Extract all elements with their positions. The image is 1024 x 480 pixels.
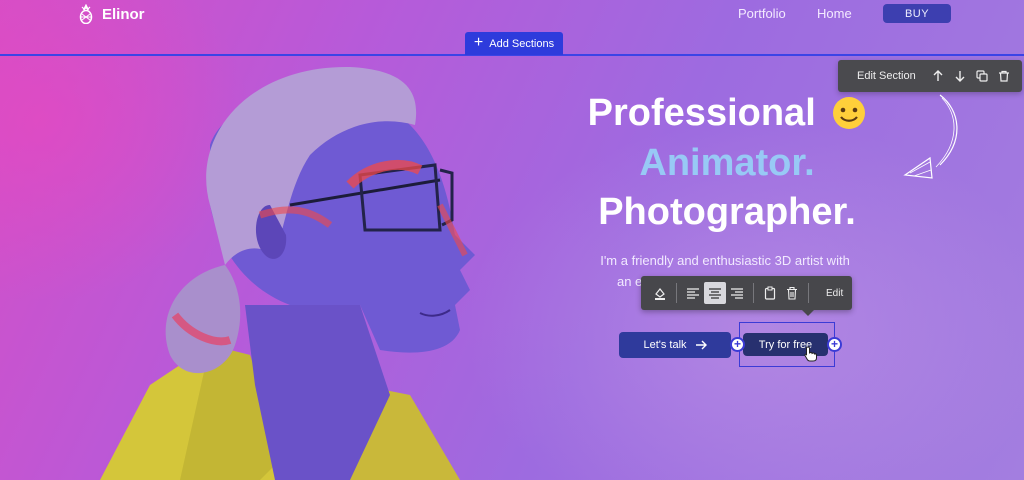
trash-icon[interactable]	[998, 70, 1010, 82]
hero-description-line-1: I'm a friendly and enthusiastic 3D artis…	[600, 253, 850, 268]
arrow-right-icon	[695, 340, 707, 350]
pineapple-logo-icon	[79, 4, 93, 24]
toolbar-divider	[753, 283, 754, 303]
smiley-emoji-icon	[833, 97, 866, 129]
lets-talk-button[interactable]: Let's talk	[619, 332, 731, 358]
toolbar-divider	[808, 283, 809, 303]
hero-title-line-3: Photographer.	[598, 191, 856, 233]
align-left-icon[interactable]	[682, 282, 704, 304]
hero-title-line-2: Animator.	[639, 142, 815, 184]
buy-button[interactable]: BUY	[883, 4, 951, 23]
nav-link-portfolio[interactable]: Portfolio	[738, 6, 786, 21]
trash-icon[interactable]	[781, 282, 803, 304]
editor-canvas: Elinor Portfolio Home BUY + Add Sections…	[0, 0, 1024, 480]
plus-icon: +	[473, 33, 484, 51]
edit-section-toolbar: Edit Section	[838, 60, 1022, 92]
nav-link-home[interactable]: Home	[817, 6, 852, 21]
add-element-left-handle[interactable]: +	[730, 337, 745, 352]
cursor-hand-icon	[804, 346, 817, 362]
portrait-photo	[100, 66, 475, 480]
arrow-down-icon[interactable]	[954, 70, 966, 82]
align-right-icon[interactable]	[726, 282, 748, 304]
brand-logo[interactable]: Elinor	[76, 4, 145, 24]
arrow-up-icon[interactable]	[932, 70, 944, 82]
add-element-right-handle[interactable]: +	[827, 337, 842, 352]
element-edit-button[interactable]: Edit	[826, 288, 843, 299]
brand-name: Elinor	[102, 5, 145, 23]
duplicate-icon[interactable]	[976, 70, 988, 82]
toolbar-divider	[676, 283, 677, 303]
site-header: Elinor Portfolio Home BUY	[0, 0, 1024, 27]
element-toolbar: Edit	[641, 276, 852, 310]
clipboard-icon[interactable]	[759, 282, 781, 304]
lets-talk-label: Let's talk	[643, 339, 687, 351]
align-center-icon[interactable]	[704, 282, 726, 304]
toolbar-pointer	[802, 310, 814, 316]
fill-color-icon[interactable]	[649, 282, 671, 304]
add-sections-label: Add Sections	[489, 37, 555, 50]
edit-section-button[interactable]: Edit Section	[857, 70, 916, 82]
add-sections-button[interactable]: + Add Sections	[465, 32, 563, 55]
hero-title-text: Professional	[587, 92, 816, 134]
hero-title-line-1: Professional	[507, 92, 947, 135]
